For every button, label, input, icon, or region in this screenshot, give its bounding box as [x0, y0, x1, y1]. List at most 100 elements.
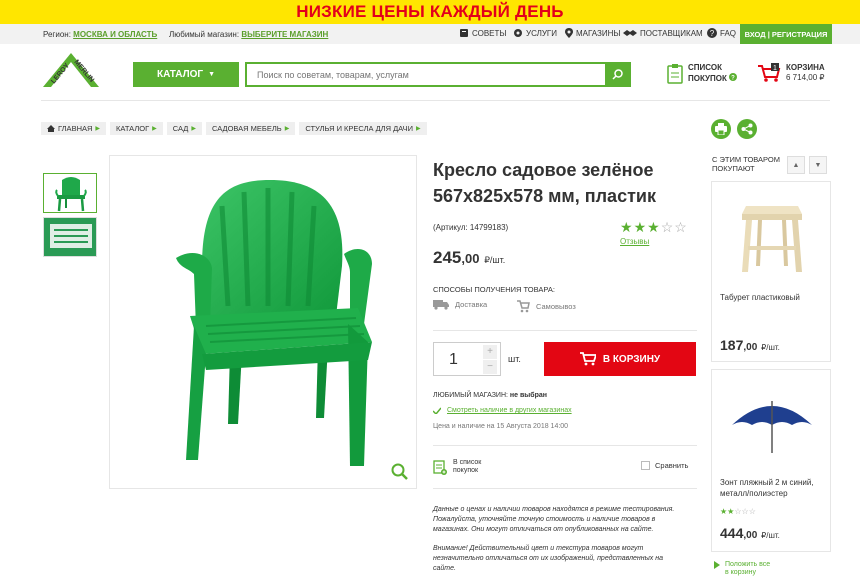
nav-tips[interactable]: СОВЕТЫ: [459, 28, 506, 38]
search-button[interactable]: [605, 64, 629, 85]
article-number: (Артикул: 14799183): [433, 223, 509, 232]
related-product-price: 187,00 ₽/шт.: [720, 337, 780, 353]
breadcrumb-garden-furniture[interactable]: САДОВАЯ МЕБЕЛЬ ▶: [205, 122, 296, 135]
thumbnail-2[interactable]: [43, 217, 97, 257]
price-date-info: Цена и наличие на 15 Августа 2018 14:00: [433, 423, 569, 430]
zoom-button[interactable]: [391, 463, 409, 486]
pickup-option: Самовывоз: [516, 299, 576, 313]
reviews-link[interactable]: Отзывы: [620, 237, 649, 246]
search-box: [245, 62, 631, 87]
divider: [433, 445, 697, 446]
print-icon: [715, 123, 727, 135]
breadcrumb-label: ГЛАВНАЯ: [58, 124, 93, 133]
region-label: Регион:: [43, 30, 71, 39]
breadcrumb-chairs[interactable]: СТУЛЬЯ И КРЕСЛА ДЛЯ ДАЧИ ▶: [299, 122, 427, 135]
svg-text:?: ?: [731, 76, 735, 82]
quantity-unit: шт.: [508, 354, 521, 364]
quantity-stepper[interactable]: 1 + −: [433, 342, 501, 376]
shopping-list-link[interactable]: СПИСОК ПОКУПОК ?: [667, 63, 738, 84]
product-main-image[interactable]: [109, 155, 417, 489]
decrement-button[interactable]: −: [483, 360, 497, 374]
testing-notice: Данные о ценах и наличии товаров находят…: [433, 506, 675, 533]
chevron-right-icon: ▶: [191, 126, 196, 132]
chevron-down-icon: ▼: [814, 161, 822, 169]
thumbnail-1[interactable]: [43, 173, 97, 213]
cart-link[interactable]: 1 КОРЗИНА 6 714,00 ₽: [757, 63, 825, 83]
clipboard-plus-icon: [433, 459, 447, 475]
region-link[interactable]: МОСКВА И ОБЛАСТЬ: [73, 30, 157, 39]
availability-link[interactable]: Смотреть наличие в других магазинах: [433, 407, 572, 414]
rating-stars[interactable]: ★★★☆☆: [620, 219, 688, 236]
help-icon: ?: [729, 73, 738, 82]
svg-text:?: ?: [710, 29, 715, 38]
clipboard-icon: [667, 63, 683, 84]
pickup-label: Самовывоз: [536, 301, 576, 311]
compare-checkbox[interactable]: Сравнить: [641, 461, 688, 470]
related-product-name[interactable]: Зонт пляжный 2 м синий, металл/полиэстер: [720, 477, 824, 499]
home-icon: [47, 125, 55, 132]
region-selector[interactable]: Регион: МОСКВА И ОБЛАСТЬ: [43, 30, 157, 39]
nav-suppliers[interactable]: ПОСТАВЩИКАМ: [623, 28, 703, 38]
breadcrumb-label: САДОВАЯ МЕБЕЛЬ: [211, 124, 282, 133]
availability-label: Смотреть наличие в других магазинах: [447, 407, 572, 414]
breadcrumb-catalog[interactable]: КАТАЛОГ ▶: [110, 122, 163, 135]
breadcrumb: ГЛАВНАЯ ▶ КАТАЛОГ ▶ САД ▶ САДОВАЯ МЕБЕЛЬ ▶ С…: [41, 122, 427, 135]
breadcrumb-garden[interactable]: САД ▶: [166, 122, 202, 135]
share-button[interactable]: [737, 119, 757, 139]
leroy-merlin-logo[interactable]: LEROY MERLIN: [41, 51, 101, 89]
truck-icon: [433, 300, 449, 310]
delivery-label: Доставка: [455, 300, 488, 309]
chevron-right-icon: ▶: [416, 126, 421, 132]
catalog-button[interactable]: КАТАЛОГ ▼: [133, 62, 239, 87]
print-button[interactable]: [711, 119, 731, 139]
nav-services-label: УСЛУГИ: [526, 28, 558, 38]
add-to-cart-label: В КОРЗИНУ: [602, 353, 661, 365]
chevron-up-icon: ▲: [792, 161, 800, 169]
price-decimal: ,00: [743, 530, 758, 541]
shoplist-label-2: ПОКУПОК: [688, 74, 727, 83]
add-to-cart-button[interactable]: В КОРЗИНУ: [544, 342, 696, 376]
carousel-up-button[interactable]: ▲: [787, 156, 805, 174]
promo-banner-text: НИЗКИЕ ЦЕНЫ КАЖДЫЙ ДЕНЬ: [296, 2, 564, 21]
star-icon: ★: [620, 219, 634, 235]
breadcrumb-label: СТУЛЬЯ И КРЕСЛА ДЛЯ ДАЧИ: [305, 124, 413, 133]
chair-image: [176, 180, 372, 466]
color-notice: Внимание! Действительный цвет и текстура…: [433, 545, 663, 572]
increment-button[interactable]: +: [483, 345, 497, 359]
nav-tips-label: СОВЕТЫ: [472, 28, 507, 38]
store-label: Любимый магазин:: [169, 30, 240, 39]
nav-stores[interactable]: МАГАЗИНЫ: [565, 28, 620, 38]
chair-detail-thumbnail-image: [44, 218, 96, 256]
price-decimal: ,00: [461, 251, 480, 266]
cart-icon: 1: [758, 63, 781, 82]
question-icon: ?: [707, 28, 717, 38]
quantity-value[interactable]: 1: [449, 351, 458, 369]
login-button[interactable]: ВХОД | РЕГИСТРАЦИЯ: [740, 24, 832, 44]
chevron-down-icon: ▼: [208, 71, 216, 78]
stool-image: [742, 206, 802, 272]
nav-faq[interactable]: ? FAQ: [707, 28, 736, 38]
promo-banner[interactable]: НИЗКИЕ ЦЕНЫ КАЖДЫЙ ДЕНЬ: [0, 0, 860, 24]
related-product-card[interactable]: Зонт пляжный 2 м синий, металл/полиэстер…: [711, 369, 831, 552]
star-icon: ★: [633, 219, 648, 235]
cart-label: КОРЗИНА: [786, 63, 825, 72]
carousel-down-button[interactable]: ▼: [809, 156, 827, 174]
chair-thumbnail-image: [55, 177, 87, 212]
cart-count: 1: [773, 65, 777, 72]
breadcrumb-label: САД: [172, 124, 189, 133]
store-link[interactable]: ВЫБЕРИТЕ МАГАЗИН: [241, 30, 328, 39]
add-all-label-2: в корзину: [725, 569, 756, 576]
nav-services[interactable]: УСЛУГИ: [513, 28, 557, 38]
breadcrumb-home[interactable]: ГЛАВНАЯ ▶: [41, 122, 107, 135]
product-price: 245,00 ₽/шт.: [433, 248, 505, 268]
checkbox[interactable]: [641, 461, 650, 470]
related-product-card[interactable]: Табурет пластиковый 187,00 ₽/шт.: [711, 181, 831, 362]
add-all-to-cart-link[interactable]: Положить все в корзину: [714, 561, 770, 577]
search-input[interactable]: [247, 64, 587, 85]
related-product-name[interactable]: Табурет пластиковый: [720, 292, 824, 303]
price-unit: ₽/шт.: [761, 531, 780, 540]
related-product-price: 444,00 ₽/шт.: [720, 525, 780, 541]
chevron-right-icon: ▶: [95, 126, 101, 132]
store-selector[interactable]: Любимый магазин: ВЫБЕРИТЕ МАГАЗИН: [169, 30, 328, 39]
add-to-shopping-list-button[interactable]: В список покупок: [433, 459, 481, 475]
